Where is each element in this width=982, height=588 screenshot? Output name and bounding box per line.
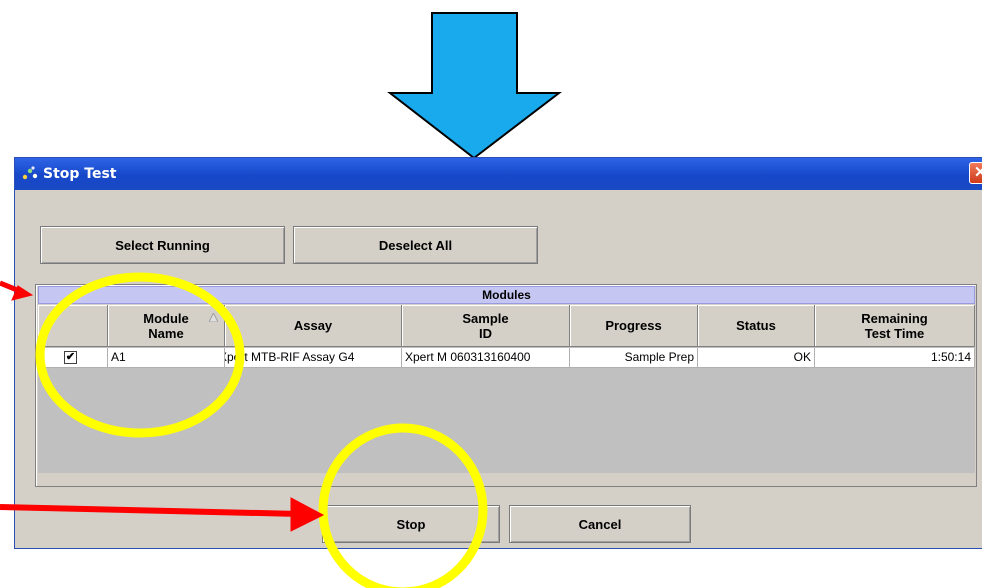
module-name-cell: A1 xyxy=(108,348,225,368)
column-header-remaining-test-time[interactable]: Remaining Test Time xyxy=(815,305,975,347)
stop-button[interactable]: Stop xyxy=(322,505,500,543)
sort-ascending-icon xyxy=(209,313,218,322)
column-header-sample-id[interactable]: Sample ID xyxy=(402,305,570,347)
deselect-all-button[interactable]: Deselect All xyxy=(293,226,538,264)
assay-cell: Xpert MTB-RIF Assay G4 xyxy=(225,348,402,368)
window-title: Stop Test xyxy=(43,166,117,182)
close-icon: ✕ xyxy=(974,164,982,181)
remaining-time-cell: 1:50:14 xyxy=(815,348,975,368)
status-cell: OK xyxy=(698,348,815,368)
select-column-header[interactable] xyxy=(38,305,108,347)
column-header-progress[interactable]: Progress xyxy=(570,305,698,347)
column-header-status[interactable]: Status xyxy=(698,305,815,347)
row-checkbox[interactable]: ✔ xyxy=(64,351,77,364)
modules-panel: Modules Module Name Assay Sample ID Prog… xyxy=(35,284,977,487)
column-header-assay[interactable]: Assay xyxy=(225,305,402,347)
stop-test-dialog: Stop Test ✕ Select Running Deselect All … xyxy=(14,157,982,549)
sample-id-cell: Xpert M 060313160400 xyxy=(402,348,570,368)
close-button[interactable]: ✕ xyxy=(969,162,982,184)
select-running-button[interactable]: Select Running xyxy=(40,226,285,264)
modules-header: Modules xyxy=(38,286,975,304)
column-header-module-name[interactable]: Module Name xyxy=(108,305,225,347)
select-cell[interactable]: ✔ xyxy=(38,348,108,368)
modules-table: Module Name Assay Sample ID Progress Sta… xyxy=(38,305,975,473)
progress-cell: Sample Prep xyxy=(570,348,698,368)
title-bar: Stop Test ✕ xyxy=(15,158,982,190)
app-icon xyxy=(22,166,38,180)
cancel-button[interactable]: Cancel xyxy=(509,505,691,543)
